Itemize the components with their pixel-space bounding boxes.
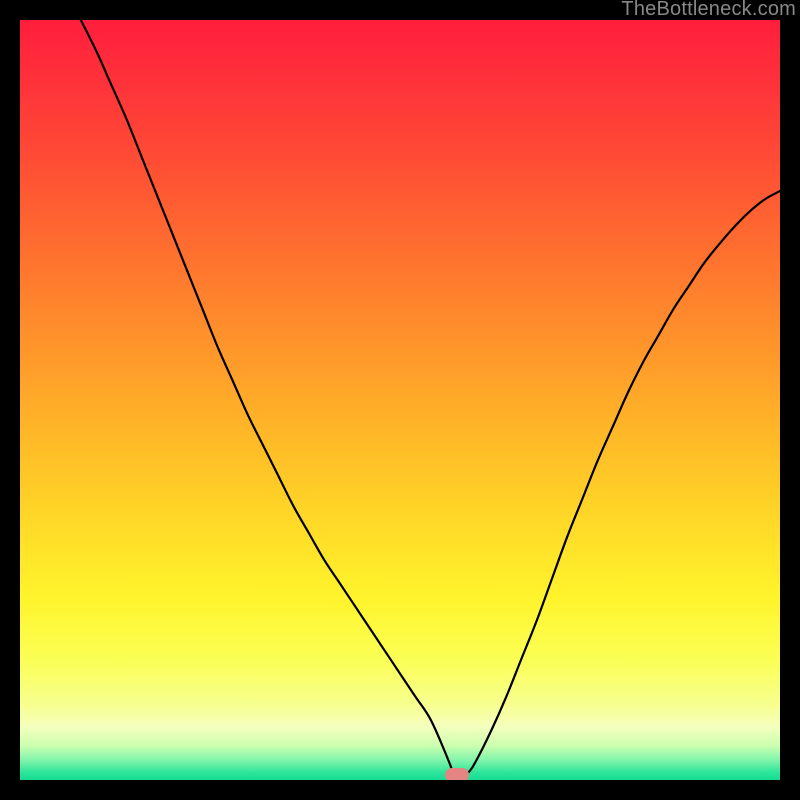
minimum-marker [445,768,469,780]
chart-container: TheBottleneck.com [0,0,800,800]
watermark-label: TheBottleneck.com [621,0,796,21]
chart-background-gradient [20,20,780,780]
plot-area [20,20,780,780]
